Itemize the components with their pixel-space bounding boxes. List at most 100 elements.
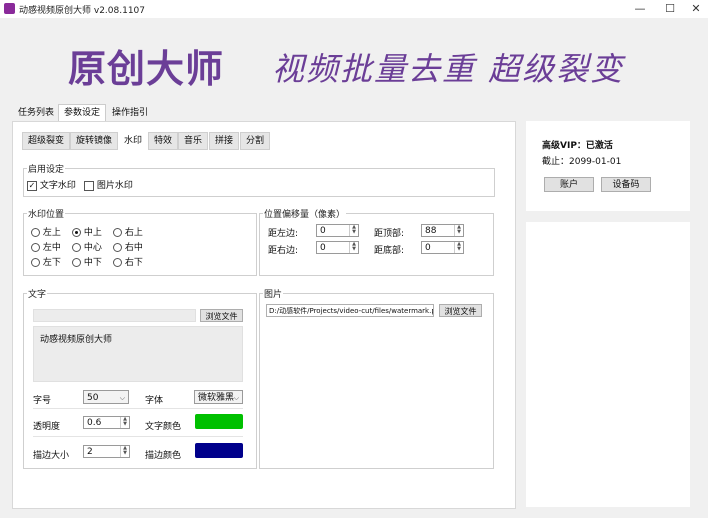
- position-middle-left-radio[interactable]: 左中: [31, 240, 61, 253]
- image-watermark-label: 图片水印: [96, 181, 133, 191]
- subtab-watermark[interactable]: 水印: [118, 132, 149, 150]
- text-group-title: 文字: [27, 287, 48, 300]
- radio-icon: [72, 258, 81, 267]
- divider: [33, 436, 243, 437]
- text-watermark-checkbox[interactable]: ✓ 文字水印: [27, 178, 76, 191]
- text-color-label: 文字颜色: [145, 422, 182, 432]
- radio-icon: [31, 243, 40, 252]
- account-button[interactable]: 账户: [544, 177, 594, 192]
- stroke-size-spinbox[interactable]: 2 ▲ ▼: [83, 445, 130, 458]
- radio-label: 中心: [83, 243, 102, 253]
- radio-label: 左上: [42, 228, 61, 238]
- font-size-select[interactable]: 50 ⌵: [83, 390, 129, 404]
- stroke-size-value: 2: [87, 447, 93, 457]
- text-browse-button[interactable]: 浏览文件: [200, 309, 243, 322]
- vip-status: 高级VIP：已激活: [542, 141, 613, 151]
- subtab-music[interactable]: 音乐: [178, 132, 209, 150]
- radio-label: 左下: [42, 258, 61, 268]
- offset-bottom-spinbox[interactable]: 0 ▲ ▼: [421, 241, 464, 254]
- opacity-spinbox[interactable]: 0.6 ▲ ▼: [83, 416, 130, 429]
- offset-left-value: 0: [320, 226, 326, 236]
- image-browse-button[interactable]: 浏览文件: [439, 304, 482, 317]
- position-top-center-radio[interactable]: 中上: [72, 225, 102, 238]
- banner-title: 原创大师: [68, 47, 225, 91]
- offset-bottom-value: 0: [425, 243, 431, 253]
- font-family-label: 字体: [145, 396, 164, 406]
- font-size-value: 50: [87, 393, 99, 403]
- image-group-title: 图片: [263, 287, 284, 300]
- subtab-concat[interactable]: 拼接: [209, 132, 240, 150]
- radio-icon: [31, 228, 40, 237]
- subtab-fission[interactable]: 超级裂变: [22, 132, 71, 150]
- subtab-split[interactable]: 分割: [240, 132, 271, 150]
- radio-label: 中上: [83, 228, 102, 238]
- radio-icon: [113, 258, 122, 267]
- radio-label: 中下: [83, 258, 102, 268]
- divider: [33, 408, 243, 409]
- image-watermark-checkbox[interactable]: 图片水印: [84, 178, 133, 191]
- offset-right-label: 距右边:: [268, 246, 299, 256]
- opacity-value: 0.6: [87, 418, 102, 428]
- log-panel: [526, 222, 690, 507]
- offset-top-spinbox[interactable]: 88 ▲ ▼: [421, 224, 464, 237]
- checkbox-checked-icon: ✓: [27, 180, 37, 191]
- offset-left-spinbox[interactable]: 0 ▲ ▼: [316, 224, 359, 237]
- offset-top-value: 88: [425, 226, 437, 236]
- spin-arrows-icon[interactable]: ▲ ▼: [454, 225, 463, 236]
- position-top-right-radio[interactable]: 右上: [113, 225, 143, 238]
- checkbox-unchecked-icon: [84, 180, 94, 191]
- offset-left-label: 距左边:: [268, 229, 299, 239]
- tab-parameters[interactable]: 参数设定: [58, 104, 107, 122]
- position-bottom-right-radio[interactable]: 右下: [113, 255, 143, 268]
- device-code-button[interactable]: 设备码: [601, 177, 651, 192]
- offset-bottom-label: 距底部:: [374, 246, 405, 256]
- position-center-radio[interactable]: 中心: [72, 240, 102, 253]
- offset-top-label: 距顶部:: [374, 229, 405, 239]
- minimize-button[interactable]: —: [625, 0, 655, 18]
- radio-label: 右下: [124, 258, 143, 268]
- offset-right-value: 0: [320, 243, 326, 253]
- radio-selected-icon: [72, 228, 81, 237]
- radio-icon: [31, 258, 40, 267]
- position-group-title: 水印位置: [27, 207, 66, 220]
- radio-label: 右上: [124, 228, 143, 238]
- spin-arrows-icon[interactable]: ▲ ▼: [120, 446, 129, 457]
- subtab-effects[interactable]: 特效: [148, 132, 179, 150]
- tab-task-list[interactable]: 任务列表: [12, 104, 60, 122]
- spin-arrows-icon[interactable]: ▲ ▼: [349, 242, 358, 253]
- text-file-path-input[interactable]: [33, 309, 196, 322]
- text-color-swatch[interactable]: [195, 414, 243, 429]
- image-group: [259, 293, 494, 469]
- stroke-size-label: 描边大小: [33, 451, 70, 461]
- spin-arrows-icon[interactable]: ▲ ▼: [454, 242, 463, 253]
- enable-group-title: 启用设定: [27, 162, 66, 175]
- position-top-left-radio[interactable]: 左上: [31, 225, 61, 238]
- radio-icon: [113, 243, 122, 252]
- position-bottom-left-radio[interactable]: 左下: [31, 255, 61, 268]
- image-path-input[interactable]: D:/动感软件/Projects/video-cut/files/waterma…: [266, 304, 434, 317]
- radio-icon: [113, 228, 122, 237]
- spin-arrows-icon[interactable]: ▲ ▼: [120, 417, 129, 428]
- radio-icon: [72, 243, 81, 252]
- stroke-color-label: 描边颜色: [145, 451, 182, 461]
- font-family-select[interactable]: 微软雅黑 ⌵: [194, 390, 243, 404]
- vip-expiry: 截止：2099-01-01: [542, 157, 622, 167]
- spin-arrows-icon[interactable]: ▲ ▼: [349, 225, 358, 236]
- position-middle-right-radio[interactable]: 右中: [113, 240, 143, 253]
- font-size-label: 字号: [33, 396, 52, 406]
- window-title: 动感视频原创大师 v2.08.1107: [19, 6, 145, 16]
- chevron-down-icon: ⌵: [233, 394, 239, 402]
- offset-right-spinbox[interactable]: 0 ▲ ▼: [316, 241, 359, 254]
- radio-label: 右中: [124, 243, 143, 253]
- banner-slogan: 视频批量去重 超级裂变: [272, 50, 625, 88]
- offset-group-title: 位置偏移量（像素）: [263, 207, 347, 220]
- position-bottom-center-radio[interactable]: 中下: [72, 255, 102, 268]
- tab-guide[interactable]: 操作指引: [106, 104, 154, 122]
- stroke-color-swatch[interactable]: [195, 443, 243, 458]
- close-button[interactable]: ✕: [681, 0, 708, 18]
- text-watermark-label: 文字水印: [39, 181, 76, 191]
- radio-label: 左中: [42, 243, 61, 253]
- chevron-down-icon: ⌵: [119, 394, 125, 402]
- subtab-rotate-mirror[interactable]: 旋转镜像: [70, 132, 119, 150]
- text-content-textarea[interactable]: 动感视频原创大师: [33, 326, 243, 382]
